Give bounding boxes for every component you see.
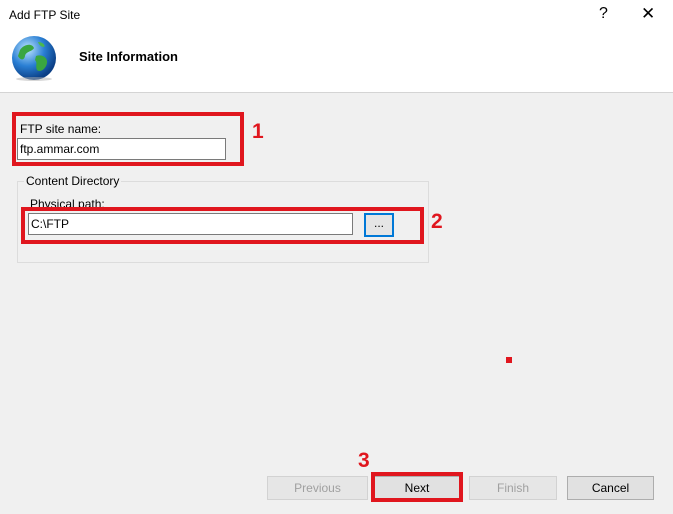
globe-icon	[12, 36, 56, 81]
wizard-header: Site Information	[0, 31, 673, 93]
annotation-number-1: 1	[252, 120, 264, 143]
annotation-box-2	[21, 207, 424, 244]
cancel-button[interactable]: Cancel	[567, 476, 654, 500]
page-heading: Site Information	[79, 49, 178, 64]
annotation-box-3	[371, 472, 463, 502]
title-bar: Add FTP Site ? ✕	[0, 0, 673, 31]
annotation-number-3: 3	[358, 449, 370, 472]
help-button[interactable]: ?	[599, 5, 608, 23]
window-title: Add FTP Site	[9, 8, 81, 22]
annotation-number-2: 2	[431, 210, 443, 233]
content-directory-label: Content Directory	[24, 174, 122, 188]
previous-button[interactable]: Previous	[267, 476, 368, 500]
close-button[interactable]: ✕	[641, 4, 655, 24]
annotation-dot	[506, 357, 512, 363]
annotation-box-1	[12, 112, 244, 166]
finish-button[interactable]: Finish	[469, 476, 557, 500]
